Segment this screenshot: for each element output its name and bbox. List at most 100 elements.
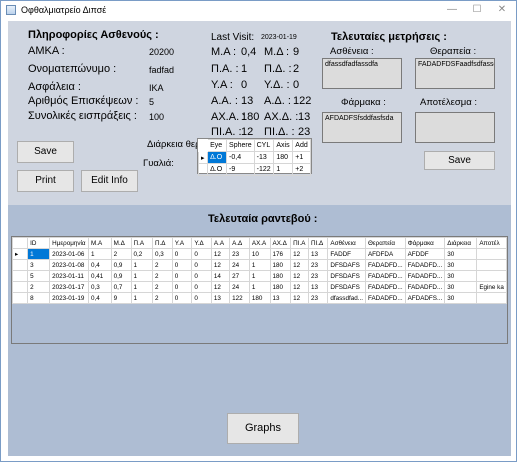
minimize-button[interactable]: — (441, 3, 463, 17)
table-cell[interactable]: DFSDAFS (327, 259, 366, 271)
table-cell[interactable]: 23 (307, 292, 329, 304)
glasses-cell-axis[interactable]: 1 (273, 163, 294, 176)
table-cell[interactable]: 9 (110, 292, 132, 304)
table-cell[interactable]: FADADFD... (364, 270, 406, 282)
row-selector-icon[interactable]: ▸ (12, 248, 29, 260)
table-cell[interactable]: 2 (27, 281, 51, 293)
table-cell[interactable]: 2 (151, 281, 173, 293)
print-button[interactable]: Print (17, 170, 74, 192)
col-header[interactable]: Θεραπεία (364, 237, 406, 249)
table-cell[interactable]: FADADFD... (364, 259, 406, 271)
glasses-cell-add[interactable]: +1 (292, 151, 311, 164)
table-cell[interactable]: 13 (269, 292, 292, 304)
table-cell[interactable]: 0 (171, 292, 193, 304)
glasses-cell-eye[interactable]: Δ.Ο (207, 151, 228, 164)
table-cell[interactable]: 24 (229, 259, 250, 271)
table-cell[interactable]: 0,3 (88, 281, 112, 293)
row-selector[interactable] (12, 292, 29, 304)
save-button-right[interactable]: Save (424, 151, 495, 170)
glasses-cell-axis[interactable]: 180 (273, 151, 294, 164)
table-cell[interactable]: 2023-01-06 (49, 248, 90, 260)
glasses-cell-add[interactable]: +2 (292, 163, 311, 176)
result-field[interactable] (415, 112, 495, 143)
col-header[interactable]: Μ.Δ (110, 237, 132, 249)
table-cell[interactable]: FADADFD... (364, 292, 406, 304)
col-header[interactable]: ΠΙ.Α (290, 237, 309, 249)
table-cell[interactable]: AFDADFS... (404, 292, 446, 304)
drugs-field[interactable]: AFDADFSfsddfasfsda (322, 112, 402, 143)
table-cell[interactable]: 0 (191, 292, 212, 304)
table-cell[interactable]: 180 (269, 270, 292, 282)
table-cell[interactable]: 13 (307, 281, 329, 293)
glasses-cell-cyl[interactable]: -13 (253, 151, 275, 164)
table-cell[interactable]: FADADFD... (404, 281, 446, 293)
table-cell[interactable]: 2023-01-11 (49, 270, 90, 282)
table-cell[interactable]: 2 (151, 270, 173, 282)
glasses-cell-eye[interactable]: Δ.Ο (207, 163, 228, 176)
table-cell[interactable]: 30 (444, 292, 478, 304)
glasses-row[interactable]: ▸ Δ.Ο -0,4 -13 180 +1 (197, 151, 311, 164)
glasses-col-axis[interactable]: Axis (273, 139, 294, 152)
table-row[interactable]: ▸ 1 2023-01-06 1 2 0,2 0,3 0 0 12 23 10 … (12, 248, 507, 260)
glasses-col-cyl[interactable]: CYL (253, 139, 275, 152)
appointments-grid[interactable]: ID Ημερομηνία Μ.Α Μ.Δ Π.Α Π.Δ Υ.Α Υ.Δ Α.… (11, 236, 508, 344)
table-cell[interactable]: 5 (27, 270, 51, 282)
title-bar[interactable]: Οφθαλμιατρείο Διπσέ — ☐ ✕ (1, 1, 516, 19)
table-cell[interactable]: 1 (248, 270, 271, 282)
table-cell[interactable]: 122 (229, 292, 250, 304)
col-header[interactable]: Υ.Α (171, 237, 193, 249)
save-button-left[interactable]: Save (17, 141, 74, 163)
table-cell[interactable]: 12 (290, 259, 309, 271)
table-cell[interactable]: 0 (171, 248, 193, 260)
table-cell[interactable]: DFSDAFS (327, 281, 366, 293)
glasses-col-eye[interactable]: Eye (207, 139, 228, 152)
table-cell[interactable]: FADADFD... (404, 259, 446, 271)
col-header[interactable]: Ασθένεια (327, 237, 366, 249)
table-cell[interactable] (476, 259, 507, 271)
table-cell[interactable]: 0,9 (110, 259, 132, 271)
table-cell[interactable]: 0,7 (110, 281, 132, 293)
table-cell[interactable]: 0 (191, 270, 212, 282)
col-header[interactable]: Π.Δ (151, 237, 173, 249)
table-cell[interactable]: 0 (191, 281, 212, 293)
table-cell[interactable]: 0 (191, 259, 212, 271)
maximize-button[interactable]: ☐ (466, 3, 488, 17)
table-cell[interactable]: 10 (248, 248, 271, 260)
table-cell[interactable]: 2 (110, 248, 132, 260)
table-cell[interactable]: 23 (307, 259, 329, 271)
therapy-field[interactable]: FADADFDSFaadfsdfassdfa (415, 58, 495, 89)
table-cell[interactable]: 12 (210, 259, 231, 271)
table-cell[interactable]: 0,4 (88, 259, 112, 271)
table-cell[interactable]: 12 (210, 281, 231, 293)
table-cell[interactable]: 1 (130, 270, 153, 282)
table-cell[interactable]: 13 (210, 292, 231, 304)
glasses-cell-sphere[interactable]: -0,4 (226, 151, 255, 164)
table-cell[interactable]: 27 (229, 270, 250, 282)
table-cell[interactable]: 2023-01-08 (49, 259, 90, 271)
col-header[interactable]: Διάρκεια (444, 237, 478, 249)
row-selector[interactable] (12, 259, 29, 271)
edit-info-button[interactable]: Edit Info (81, 170, 138, 192)
table-cell[interactable]: AFDFDA (364, 248, 406, 260)
table-cell[interactable]: 0,4 (88, 292, 112, 304)
table-cell[interactable]: DFSDAFS (327, 270, 366, 282)
table-cell[interactable]: 30 (444, 248, 478, 260)
table-cell[interactable]: 1 (248, 281, 271, 293)
col-header[interactable]: Μ.Α (88, 237, 112, 249)
table-row[interactable]: 3 2023-01-08 0,4 0,9 1 2 0 0 12 24 1 180… (12, 259, 507, 271)
glasses-table[interactable]: Eye Sphere CYL Axis Add ▸ Δ.Ο -0,4 -13 1… (197, 138, 312, 176)
glasses-col-sphere[interactable]: Sphere (226, 139, 255, 152)
table-cell[interactable]: 23 (307, 270, 329, 282)
glasses-col-add[interactable]: Add (292, 139, 311, 152)
table-cell[interactable]: 0 (191, 248, 212, 260)
table-cell[interactable]: 12 (290, 248, 309, 260)
glasses-cell-sphere[interactable]: -9 (226, 163, 255, 176)
col-header[interactable]: Φάρμακα (404, 237, 446, 249)
table-cell[interactable]: 180 (269, 259, 292, 271)
table-cell[interactable]: AFDDF (404, 248, 446, 260)
table-cell[interactable]: 0,2 (130, 248, 153, 260)
table-row[interactable]: 5 2023-01-11 0,41 0,9 1 2 0 0 14 27 1 18… (12, 270, 507, 282)
col-header[interactable]: ΠΙ.Δ (307, 237, 329, 249)
col-header[interactable]: ΑΧ.Α (248, 237, 271, 249)
row-selector[interactable] (12, 281, 29, 293)
